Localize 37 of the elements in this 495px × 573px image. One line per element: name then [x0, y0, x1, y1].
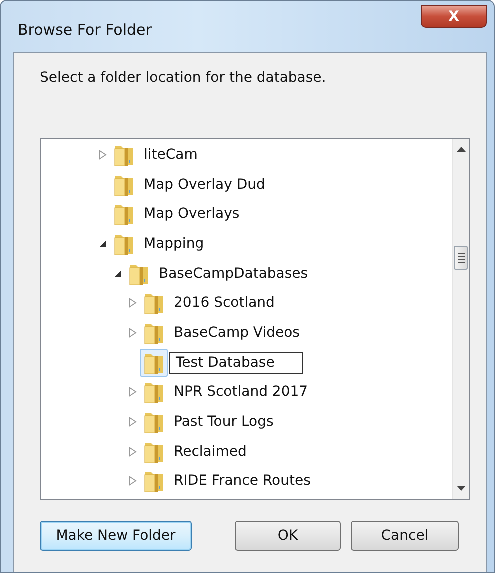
scroll-down-icon[interactable]: [456, 486, 466, 491]
folder-item[interactable]: liteCam: [144, 146, 198, 163]
vertical-scrollbar[interactable]: [452, 139, 469, 499]
ok-button[interactable]: OK: [235, 521, 341, 551]
folder-item[interactable]: Mapping: [144, 236, 204, 252]
folder-icon: [143, 410, 165, 434]
instruction-text: Select a folder location for the database.: [40, 70, 328, 88]
folder-item[interactable]: RIDE France Routes: [174, 473, 311, 490]
folder-icon: [143, 469, 165, 494]
cancel-button[interactable]: Cancel: [351, 521, 459, 551]
folder-item[interactable]: BaseCamp Videos: [174, 324, 300, 341]
collapse-arrow-icon[interactable]: [99, 240, 107, 248]
folder-item[interactable]: Reclaimed: [174, 444, 247, 460]
folder-item[interactable]: 2016 Scotland: [174, 295, 275, 312]
expand-arrow-icon[interactable]: [99, 150, 107, 160]
folder-item[interactable]: Map Overlays: [144, 206, 240, 222]
collapse-arrow-icon[interactable]: [114, 270, 122, 278]
folder-icon: [113, 202, 135, 226]
scroll-thumb[interactable]: [454, 246, 468, 270]
new-folder-button[interactable]: Make New Folder: [40, 521, 192, 551]
expand-arrow-icon[interactable]: [129, 298, 137, 308]
folder-icon: [143, 291, 165, 316]
expand-arrow-icon[interactable]: [129, 417, 137, 428]
rename-field[interactable]: Test Database: [169, 352, 303, 374]
window-title: Browse For Folder: [18, 21, 152, 39]
selected-folder-highlight[interactable]: [140, 348, 168, 377]
expand-arrow-icon[interactable]: [129, 476, 137, 486]
close-button[interactable]: X: [421, 5, 487, 28]
folder-item[interactable]: BaseCampDatabases: [159, 266, 308, 282]
folder-item[interactable]: NPR Scotland 2017: [174, 384, 308, 400]
folder-icon: [143, 380, 165, 404]
folder-item[interactable]: Past Tour Logs: [174, 414, 274, 430]
expand-arrow-icon[interactable]: [129, 387, 137, 398]
scroll-up-icon[interactable]: [456, 147, 466, 152]
expand-arrow-icon[interactable]: [129, 328, 137, 338]
expand-arrow-icon[interactable]: [129, 446, 137, 457]
folder-item[interactable]: Map Overlay Dud: [144, 176, 266, 193]
